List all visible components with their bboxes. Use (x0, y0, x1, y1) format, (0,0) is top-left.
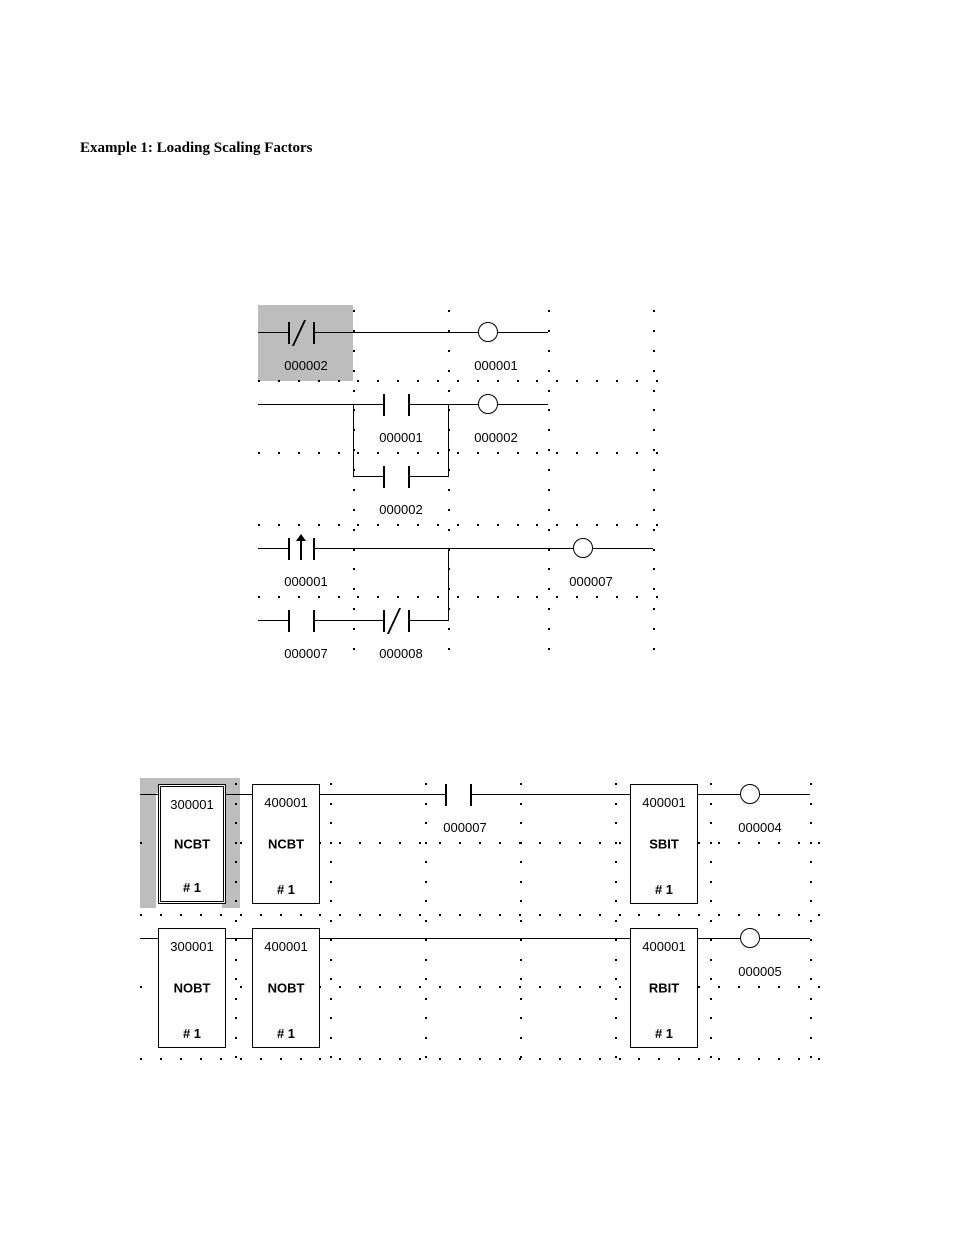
fb-address: 400001 (253, 939, 319, 954)
coil-address: 000007 (551, 574, 631, 589)
function-block-nobt: 400001 NOBT # 1 (252, 928, 320, 1048)
output-coil (740, 928, 760, 948)
grid-dots (330, 783, 332, 1058)
grid-dots (653, 310, 655, 650)
fb-address: 300001 (161, 797, 223, 812)
ladder-diagram-2: 300001 NCBT # 1 400001 NCBT # 1 000007 4… (140, 778, 820, 1058)
wire (410, 404, 478, 405)
wire (315, 332, 478, 333)
contact-address: 000001 (266, 574, 346, 589)
contact-address: 000002 (361, 502, 441, 517)
coil-address: 000002 (456, 430, 536, 445)
grid-dots (258, 524, 658, 526)
wire (258, 404, 353, 405)
grid-dots (548, 310, 550, 650)
output-coil (573, 538, 593, 558)
grid-dots (258, 452, 658, 454)
contact-address: 000007 (266, 646, 346, 661)
fb-index: # 1 (159, 1026, 225, 1041)
contact-address: 000001 (361, 430, 441, 445)
wire (498, 404, 548, 405)
page: Example 1: Loading Scaling Factors (0, 0, 954, 1235)
wire (258, 620, 288, 621)
grid-dots (353, 310, 355, 650)
fb-address: 300001 (159, 939, 225, 954)
output-coil (478, 394, 498, 414)
wire (593, 548, 653, 549)
wire (410, 476, 448, 477)
function-block-ncbt: 300001 NCBT # 1 (158, 784, 226, 904)
fb-index: # 1 (161, 880, 223, 895)
output-coil (478, 322, 498, 342)
function-block-nobt: 300001 NOBT # 1 (158, 928, 226, 1048)
wire (226, 794, 252, 795)
page-title: Example 1: Loading Scaling Factors (80, 140, 313, 157)
fb-name: RBIT (631, 981, 697, 996)
wire (498, 332, 548, 333)
coil-address: 000004 (720, 820, 800, 835)
coil-address: 000001 (456, 358, 536, 373)
fb-address: 400001 (631, 795, 697, 810)
wire (315, 548, 573, 549)
fb-index: # 1 (631, 1026, 697, 1041)
grid-dots (810, 783, 812, 1058)
wire (448, 548, 449, 621)
fb-name: NCBT (253, 837, 319, 852)
wire (410, 620, 448, 621)
output-coil (740, 784, 760, 804)
wire (353, 476, 383, 477)
wire (140, 938, 158, 939)
contact-address: 000007 (425, 820, 505, 835)
ladder-diagram-1: 000002 000001 000001 000002 000002 (258, 300, 658, 670)
grid-dots (140, 986, 820, 988)
grid-dots (615, 783, 617, 1058)
function-block-ncbt: 400001 NCBT # 1 (252, 784, 320, 904)
grid-dots (258, 380, 658, 382)
wire (353, 404, 354, 477)
fb-name: NOBT (253, 981, 319, 996)
grid-dots (520, 783, 522, 1058)
wire (698, 938, 740, 939)
fb-address: 400001 (253, 795, 319, 810)
function-block-sbit: 400001 SBIT # 1 (630, 784, 698, 904)
fb-index: # 1 (253, 1026, 319, 1041)
grid-dots (710, 783, 712, 1058)
wire (448, 404, 449, 477)
coil-address: 000005 (720, 964, 800, 979)
contact-address: 000008 (361, 646, 441, 661)
contact-address: 000002 (266, 358, 346, 373)
grid-dots (235, 783, 237, 1058)
grid-dots (140, 914, 820, 916)
wire (760, 938, 810, 939)
wire (320, 938, 630, 939)
wire (140, 794, 158, 795)
fb-name: SBIT (631, 837, 697, 852)
fb-address: 400001 (631, 939, 697, 954)
wire (258, 548, 288, 549)
wire (353, 404, 383, 405)
fb-name: NOBT (159, 981, 225, 996)
wire (315, 620, 383, 621)
fb-name: NCBT (161, 837, 223, 852)
grid-dots (258, 596, 658, 598)
grid-dots (140, 1058, 820, 1060)
wire (226, 938, 252, 939)
fb-index: # 1 (253, 882, 319, 897)
wire (258, 332, 288, 333)
fb-index: # 1 (631, 882, 697, 897)
wire (760, 794, 810, 795)
grid-dots (140, 842, 820, 844)
wire (698, 794, 740, 795)
wire (320, 794, 445, 795)
function-block-rbit: 400001 RBIT # 1 (630, 928, 698, 1048)
wire (472, 794, 630, 795)
